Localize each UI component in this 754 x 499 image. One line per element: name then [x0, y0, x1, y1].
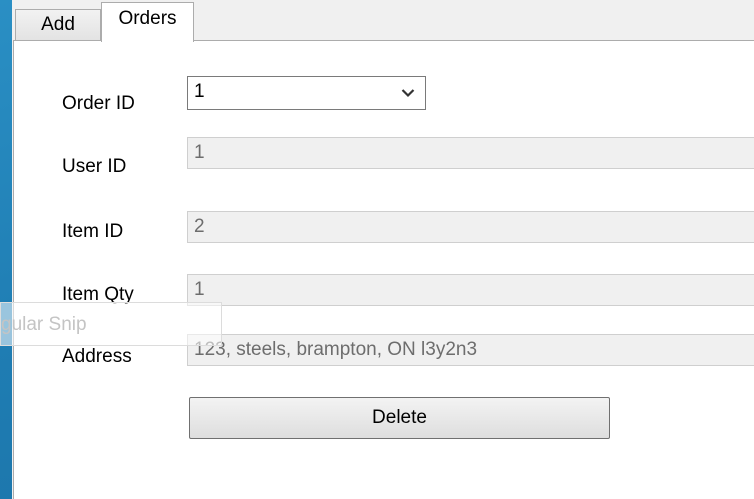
user-id-label: User ID [62, 156, 127, 177]
address-field[interactable]: 123, steels, brampton, ON l3y2n3 [187, 334, 754, 366]
user-id-field[interactable]: 1 [187, 137, 754, 169]
tab-strip: Add Orders [12, 0, 754, 42]
tab-orders[interactable]: Orders [101, 2, 194, 42]
item-qty-field[interactable]: 1 [187, 274, 754, 306]
tab-orders-label: Orders [118, 7, 177, 29]
tab-add[interactable]: Add [15, 9, 101, 40]
orders-panel: Order ID 1 User ID 1 Item ID 2 Item Qty … [13, 40, 754, 499]
tab-add-label: Add [41, 14, 75, 35]
chevron-down-icon[interactable] [399, 78, 417, 108]
item-id-field[interactable]: 2 [187, 211, 754, 243]
snip-tooltip-overlay: gular Snip [0, 302, 222, 346]
order-id-label: Order ID [62, 93, 135, 114]
order-id-combobox[interactable]: 1 [187, 76, 426, 110]
order-id-value: 1 [194, 81, 205, 102]
item-id-label: Item ID [62, 221, 124, 242]
delete-button[interactable]: Delete [189, 397, 610, 439]
app-window: Add Orders Order ID 1 User ID 1 Item ID … [0, 0, 754, 499]
address-label: Address [62, 346, 132, 367]
